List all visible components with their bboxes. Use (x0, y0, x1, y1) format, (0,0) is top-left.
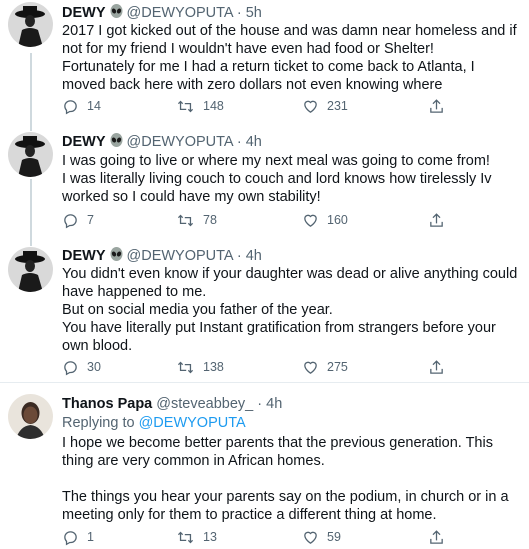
reply-icon (64, 99, 77, 114)
tweet-2[interactable]: DEWY @DEWYOPUTA · 4h I was going to live … (0, 125, 529, 240)
thread-line (30, 240, 32, 246)
tweet-text: I hope we become better parents that the… (62, 435, 509, 523)
tweet-4[interactable]: Thanos Papa @steveabbey_ · 4h Replying t… (0, 383, 529, 549)
avatar[interactable] (8, 394, 53, 439)
alien-emoji-icon (109, 133, 124, 153)
dot-separator: · (232, 248, 246, 264)
display-name[interactable]: Thanos Papa (62, 396, 152, 412)
tweet-text: I was going to live or where my next mea… (62, 153, 492, 205)
tweet-header: DEWY @DEWYOPUTA · 4h (62, 247, 262, 265)
retweet-count: 138 (203, 360, 224, 374)
dot-separator: · (232, 134, 246, 150)
display-name[interactable]: DEWY (62, 248, 106, 264)
tweet-actions: 14 148 231 (62, 96, 462, 116)
like-count: 275 (327, 360, 348, 374)
share-icon (430, 98, 443, 113)
display-name[interactable]: DEWY (62, 134, 106, 150)
handle[interactable]: @steveabbey_ (156, 396, 253, 412)
handle[interactable]: @DEWYOPUTA (127, 5, 233, 21)
dot-separator: · (253, 396, 267, 412)
avatar[interactable] (8, 132, 53, 177)
timestamp[interactable]: 5h (246, 5, 262, 21)
reply-count: 14 (87, 99, 101, 113)
reply-count: 7 (87, 213, 94, 227)
share-icon (430, 529, 443, 544)
like-icon (304, 100, 317, 113)
retweet-button[interactable]: 148 (176, 96, 224, 116)
reply-button[interactable]: 14 (62, 96, 101, 116)
tweet-text: 2017 I got kicked out of the house and w… (62, 23, 517, 93)
handle[interactable]: @DEWYOPUTA (127, 134, 233, 150)
thread-line (30, 53, 32, 125)
share-button[interactable] (428, 357, 445, 377)
retweet-icon (177, 361, 194, 373)
replying-to-link[interactable]: @DEWYOPUTA (139, 415, 246, 431)
share-icon (430, 359, 443, 374)
reply-icon (64, 360, 77, 375)
retweet-count: 13 (203, 530, 217, 544)
share-button[interactable] (428, 210, 445, 230)
retweet-button[interactable]: 13 (176, 527, 217, 547)
retweet-icon (177, 214, 194, 226)
timestamp[interactable]: 4h (266, 396, 282, 412)
alien-emoji-icon (109, 4, 124, 24)
reply-icon (64, 530, 77, 545)
tweet-3[interactable]: DEWY @DEWYOPUTA · 4h You didn't even know… (0, 240, 529, 381)
replying-to: Replying to @DEWYOPUTA (62, 414, 246, 432)
share-button[interactable] (428, 527, 445, 547)
retweet-button[interactable]: 138 (176, 357, 224, 377)
tweet-header: Thanos Papa @steveabbey_ · 4h (62, 395, 282, 413)
thread-line (30, 125, 32, 131)
replying-to-label: Replying to (62, 415, 135, 431)
like-count: 59 (327, 530, 341, 544)
tweet-header: DEWY @DEWYOPUTA · 4h (62, 133, 262, 151)
tweet-1[interactable]: DEWY @DEWYOPUTA · 5h 2017 I got kicked ou… (0, 0, 529, 125)
timestamp[interactable]: 4h (246, 134, 262, 150)
retweet-icon (177, 100, 194, 112)
like-icon (304, 531, 317, 544)
display-name[interactable]: DEWY (62, 5, 106, 21)
reply-count: 30 (87, 360, 101, 374)
reply-button[interactable]: 30 (62, 357, 101, 377)
dot-separator: · (232, 5, 246, 21)
avatar[interactable] (8, 247, 53, 292)
like-count: 160 (327, 213, 348, 227)
tweet-text: You didn't even know if your daughter wa… (62, 266, 518, 354)
retweet-icon (177, 531, 194, 543)
retweet-count: 78 (203, 213, 217, 227)
alien-emoji-icon (109, 247, 124, 267)
timestamp[interactable]: 4h (246, 248, 262, 264)
tweet-header: DEWY @DEWYOPUTA · 5h (62, 4, 262, 22)
tweet-actions: 1 13 59 (62, 527, 462, 547)
reply-count: 1 (87, 530, 94, 544)
like-button[interactable]: 275 (302, 357, 348, 377)
share-button[interactable] (428, 96, 445, 116)
like-icon (304, 361, 317, 374)
retweet-button[interactable]: 78 (176, 210, 217, 230)
reply-icon (64, 213, 77, 228)
avatar[interactable] (8, 2, 53, 47)
tweet-actions: 30 138 275 (62, 357, 462, 377)
like-button[interactable]: 160 (302, 210, 348, 230)
thread-line (30, 179, 32, 240)
like-button[interactable]: 59 (302, 527, 341, 547)
retweet-count: 148 (203, 99, 224, 113)
tweet-actions: 7 78 160 (62, 210, 462, 230)
like-count: 231 (327, 99, 348, 113)
like-icon (304, 214, 317, 227)
share-icon (430, 212, 443, 227)
handle[interactable]: @DEWYOPUTA (127, 248, 233, 264)
like-button[interactable]: 231 (302, 96, 348, 116)
reply-button[interactable]: 1 (62, 527, 94, 547)
reply-button[interactable]: 7 (62, 210, 94, 230)
